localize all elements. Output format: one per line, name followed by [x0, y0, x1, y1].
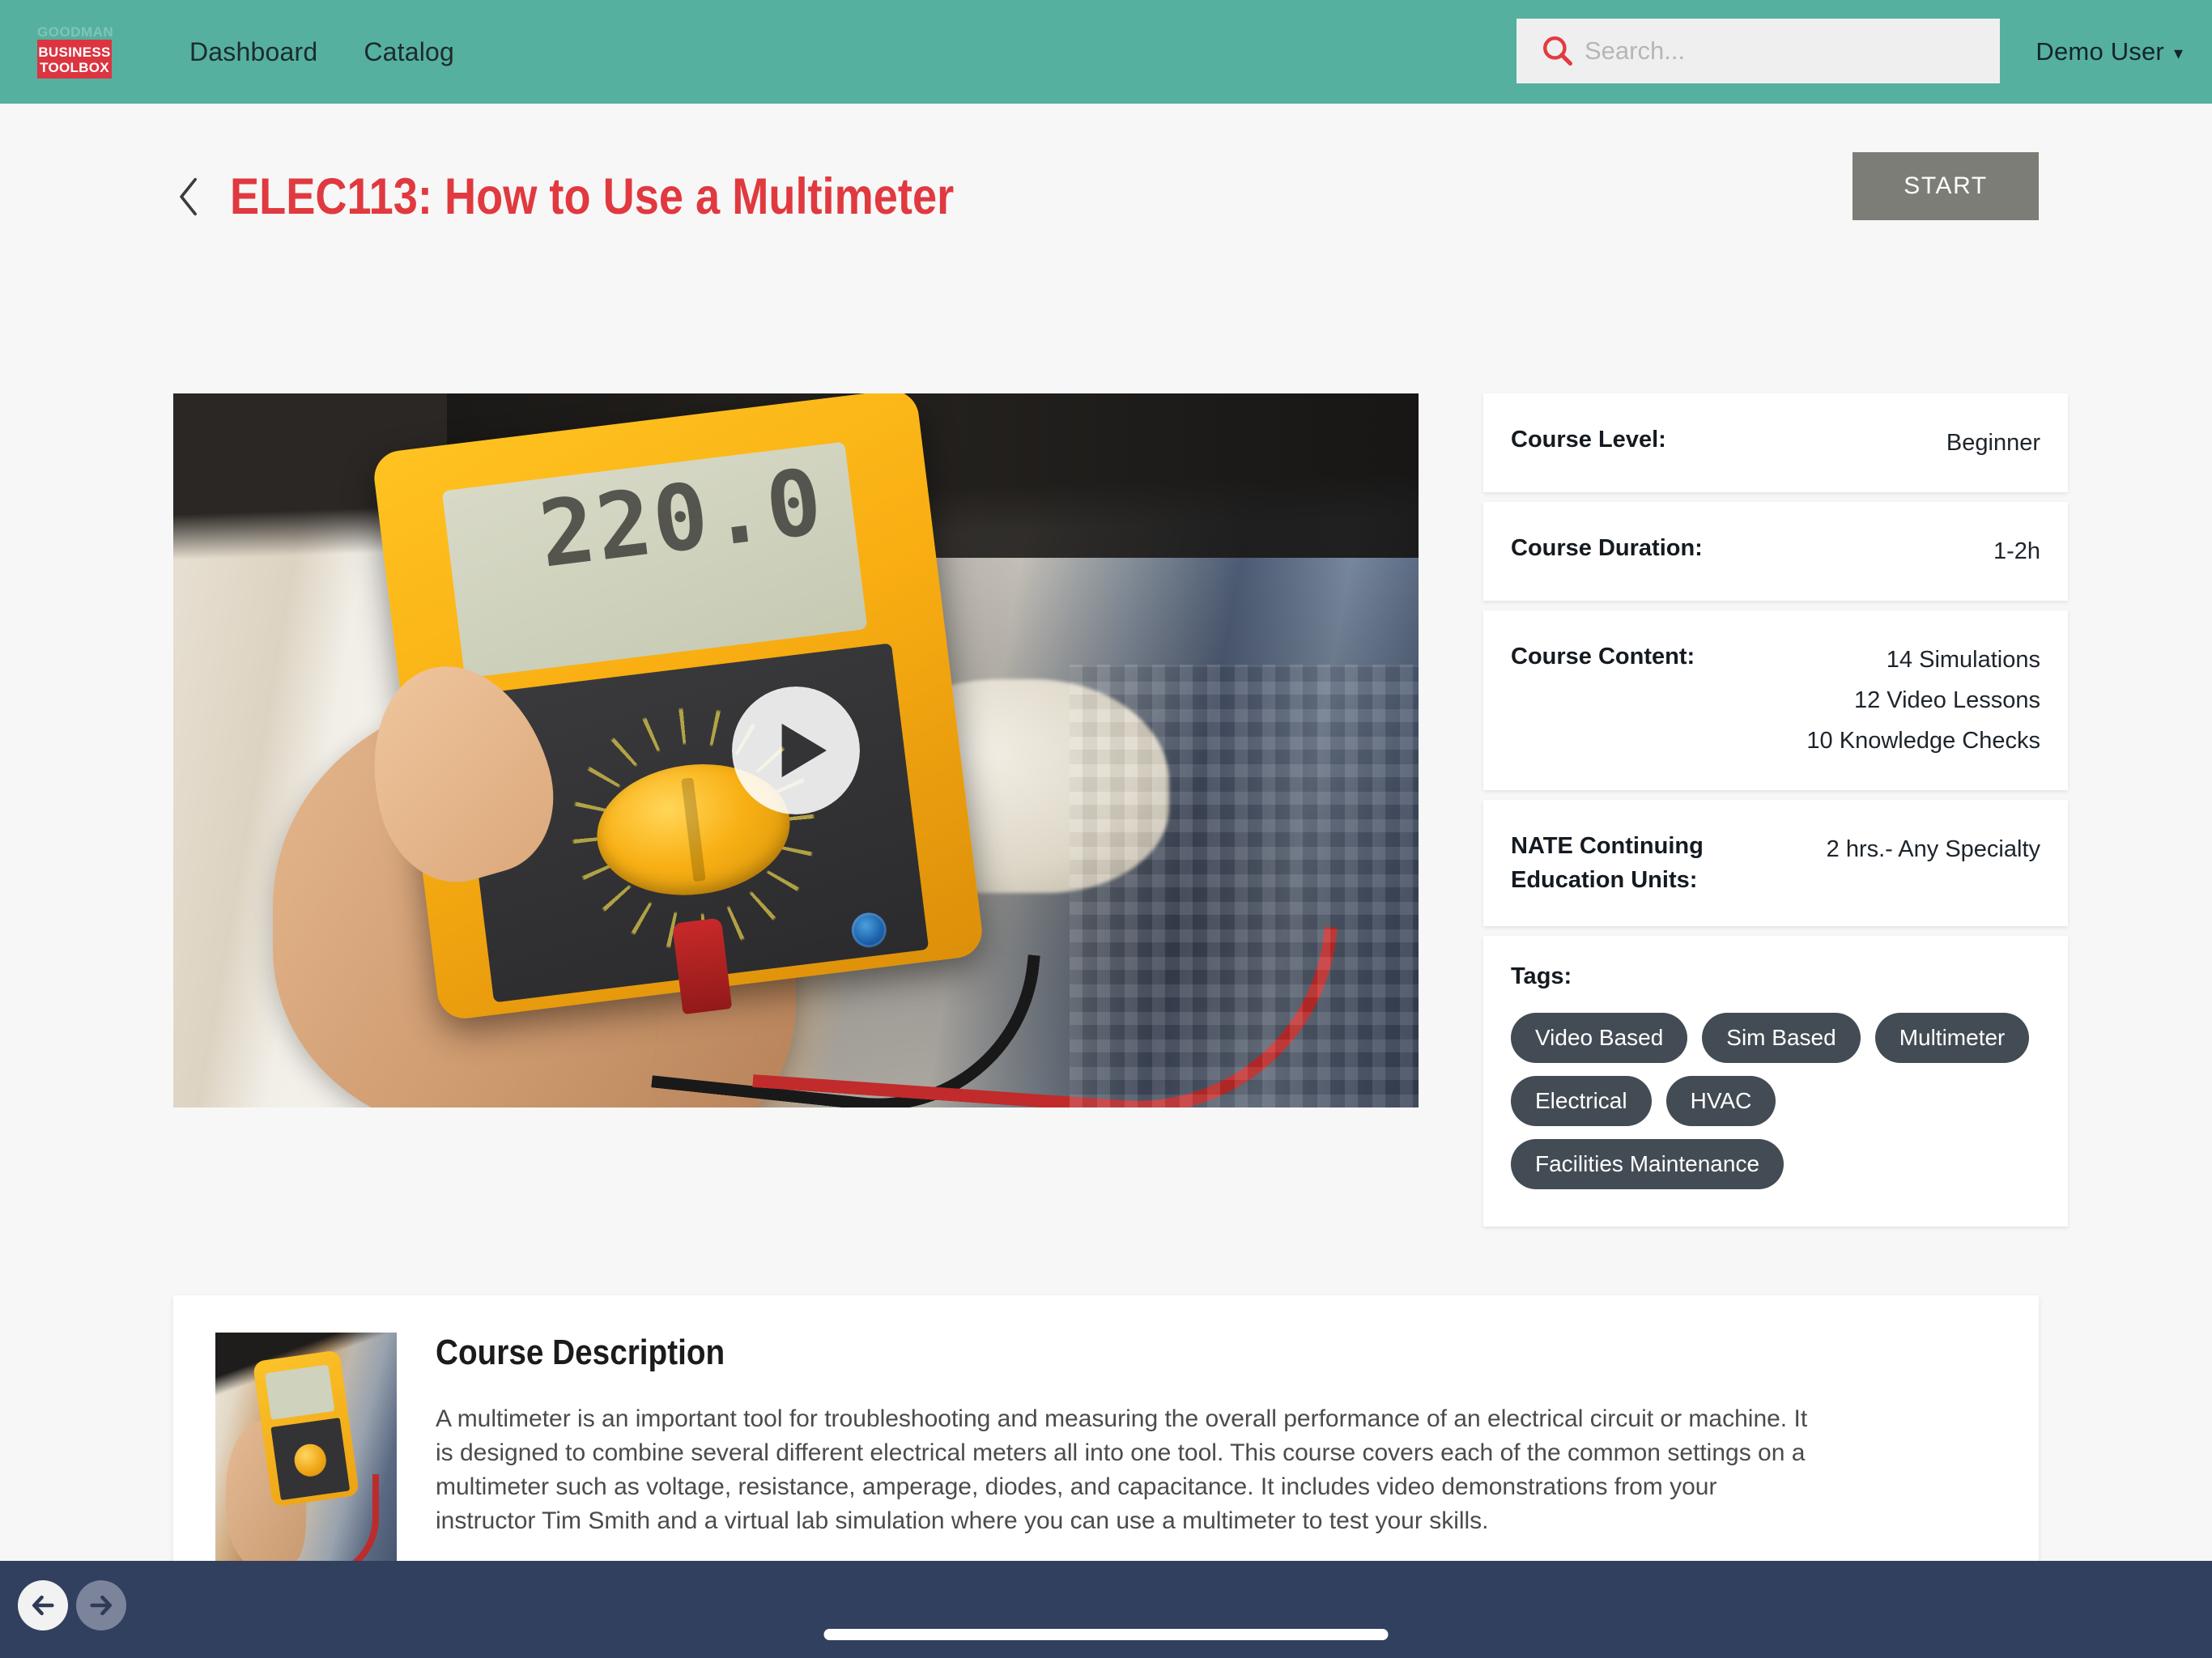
multimeter-dial [292, 1442, 329, 1479]
search-box[interactable] [1516, 19, 2000, 83]
user-menu[interactable]: Demo User ▾ [2035, 0, 2183, 104]
info-value-group: Beginner [1946, 423, 2040, 463]
tags-card: Tags: Video Based Sim Based Multimeter E… [1483, 936, 2068, 1226]
info-label: Course Level: [1511, 427, 1666, 453]
section-text: A multimeter is an important tool for tr… [436, 1405, 1808, 1534]
arrow-right-icon[interactable] [76, 1580, 126, 1630]
info-value: 10 Knowledge Checks [1806, 728, 2040, 754]
info-value: 2 hrs.- Any Specialty [1826, 836, 2040, 862]
info-row-course-duration: Course Duration: 1-2h [1483, 502, 2068, 601]
info-label: Course Content: [1511, 644, 1695, 670]
top-navigation-bar: GOODMAN BUSINESS TOOLBOX Dashboard Catal… [0, 0, 2212, 104]
nav-link-catalog[interactable]: Catalog [364, 37, 454, 67]
tag-chip[interactable]: Facilities Maintenance [1511, 1139, 1784, 1189]
info-value-group: 1-2h [1993, 531, 2040, 572]
tag-chip[interactable]: Electrical [1511, 1076, 1652, 1126]
search-icon [1536, 29, 1580, 73]
browser-bottom-bar [0, 1561, 2212, 1658]
info-row-course-level: Course Level: Beginner [1483, 393, 2068, 492]
info-value-group: 2 hrs.- Any Specialty [1827, 829, 2040, 869]
tags-label: Tags: [1511, 963, 1572, 989]
chevron-left-icon[interactable] [173, 172, 206, 221]
brand-line-1: BUSINESS [38, 45, 111, 60]
arrow-left-icon[interactable] [18, 1580, 68, 1630]
play-icon[interactable] [732, 687, 860, 814]
nav-link-dashboard[interactable]: Dashboard [189, 37, 317, 67]
tag-chip[interactable]: Video Based [1511, 1013, 1688, 1063]
red-test-lead [317, 1473, 379, 1561]
info-value: 12 Video Lessons [1853, 687, 2040, 713]
info-label: NATE Continuing Education Units: [1511, 833, 1704, 893]
info-value: 1-2h [1993, 538, 2040, 564]
tag-list: Video Based Sim Based Multimeter Electri… [1511, 1013, 2040, 1189]
course-info-column: Course Level: Beginner Course Duration: … [1483, 393, 2068, 1226]
start-button[interactable]: START [1853, 152, 2039, 220]
course-description-thumbnail [215, 1333, 397, 1561]
course-detail-page: GOODMAN BUSINESS TOOLBOX Dashboard Catal… [0, 0, 2212, 1658]
multimeter-screen: 220.0 [441, 441, 867, 678]
tag-chip[interactable]: HVAC [1665, 1076, 1776, 1126]
brand-line-2: TOOLBOX [40, 60, 109, 75]
info-value: Beginner [1946, 430, 2040, 456]
chevron-down-icon: ▾ [2173, 42, 2183, 63]
red-test-lead [752, 887, 1338, 1107]
info-label: Course Duration: [1511, 535, 1703, 561]
search-input[interactable] [1585, 36, 2000, 66]
info-value: 14 Simulations [1886, 647, 2040, 673]
user-name: Demo User [2035, 37, 2164, 66]
info-row-course-content: Course Content: 14 Simulations 12 Video … [1483, 610, 2068, 790]
tag-chip[interactable]: Sim Based [1702, 1013, 1861, 1063]
course-description-section: Course Description A multimeter is an im… [173, 1295, 2039, 1561]
page-header-row: ELEC113: How to Use a Multimeter START [173, 152, 2039, 241]
brand-box: BUSINESS TOOLBOX [37, 40, 112, 79]
section-title: Course Description [436, 1333, 725, 1372]
course-description-body: Course Description A multimeter is an im… [436, 1333, 1997, 1553]
multimeter-reading: 220.0 [533, 449, 830, 589]
nav-links: Dashboard Catalog [189, 37, 454, 67]
info-row-nate-ceu: NATE Continuing Education Units: 2 hrs.-… [1483, 800, 2068, 926]
page-scroll-area[interactable]: ELEC113: How to Use a Multimeter START 2… [0, 104, 2212, 1561]
thumbnail-image [215, 1333, 397, 1561]
info-value-group: 14 Simulations 12 Video Lessons 10 Knowl… [1806, 640, 2040, 761]
multimeter-screen [265, 1364, 336, 1421]
tag-chip[interactable]: Multimeter [1874, 1013, 2030, 1063]
brand-logo[interactable]: GOODMAN BUSINESS TOOLBOX [37, 24, 114, 79]
page-title: ELEC113: How to Use a Multimeter [230, 168, 955, 225]
home-indicator[interactable] [823, 1629, 1389, 1640]
brand-top-word: GOODMAN [37, 24, 114, 40]
course-video-player[interactable]: 220.0 [173, 393, 1419, 1107]
